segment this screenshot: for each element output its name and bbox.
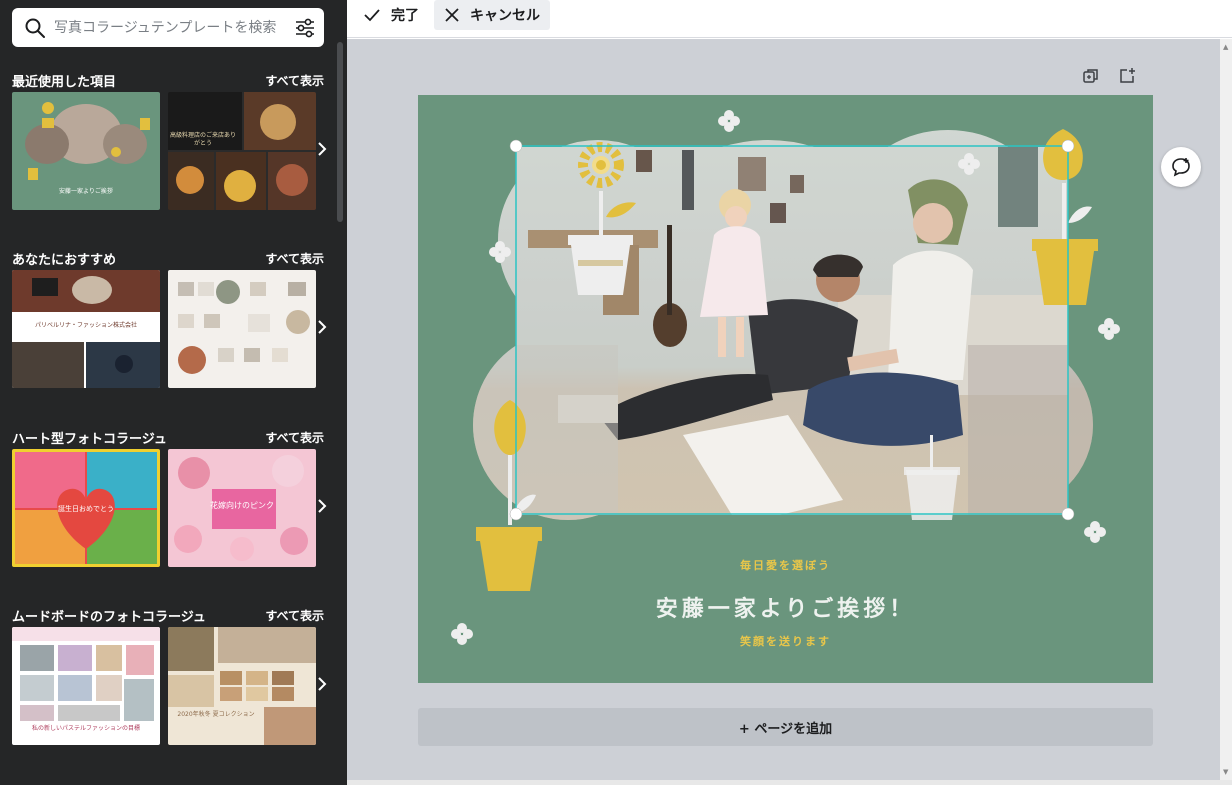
add-page-button[interactable]: + ページを追加	[418, 708, 1153, 746]
done-button[interactable]: 完了	[353, 0, 429, 30]
design-page[interactable]: 毎日愛を選ぼう 安藤一家よりご挨拶！ 笑顔を送ります	[418, 95, 1153, 683]
comment-icon	[1172, 158, 1190, 177]
scroll-down-icon[interactable]: ▼	[1223, 768, 1228, 776]
section-moodboard: ムードボードのフォトコラージュ すべて表示 私の新しいパステルファッションの目標	[12, 606, 327, 752]
horizontal-scrollbar[interactable]	[347, 780, 1232, 785]
template-search-input[interactable]	[54, 15, 290, 40]
template-thumbnail[interactable]: 花嫁向けのピンク	[168, 449, 316, 567]
page-actions	[1078, 67, 1138, 87]
chevron-right-icon[interactable]	[316, 496, 328, 516]
see-all-link[interactable]: すべて表示	[265, 429, 324, 446]
thumbnail-preview	[178, 280, 310, 374]
design-sub-text[interactable]: 笑顔を送ります	[418, 633, 1153, 649]
see-all-link[interactable]: すべて表示	[265, 607, 324, 624]
template-thumbnail[interactable]: パリベルリナ・ファッション株式会社	[12, 270, 160, 388]
thumbnail-caption: 2020年秋冬 夏コレクション	[177, 711, 255, 718]
search-icon	[25, 18, 45, 38]
editor-canvas: 毎日愛を選ぼう 安藤一家よりご挨拶！ 笑顔を送ります + ページを追加	[347, 39, 1220, 780]
section-recent: 最近使用した項目 すべて表示 安藤一家よりご挨拶 高級料理店のご来店ありがとう	[12, 71, 327, 217]
chevron-right-icon[interactable]	[316, 674, 328, 694]
sidebar-scrollbar[interactable]	[337, 42, 343, 222]
add-page-icon[interactable]	[1118, 67, 1136, 85]
template-thumbnail[interactable]: 安藤一家よりご挨拶	[12, 92, 160, 210]
thumbnail-caption: 花嫁向けのピンク	[210, 501, 274, 510]
thumbnail-caption: 安藤一家よりご挨拶	[59, 188, 113, 195]
scroll-up-icon[interactable]: ▲	[1223, 43, 1228, 51]
chevron-right-icon[interactable]	[316, 139, 328, 159]
edit-toolbar: 完了 キャンセル	[347, 0, 1232, 38]
cancel-button[interactable]: キャンセル	[434, 0, 550, 30]
template-sidebar: 最近使用した項目 すべて表示 安藤一家よりご挨拶	[0, 0, 347, 785]
section-title: ハート型フォトコラージュ	[12, 432, 167, 447]
close-icon	[445, 8, 459, 22]
design-top-text[interactable]: 毎日愛を選ぼう	[418, 557, 1153, 573]
add-comment-button[interactable]	[1161, 147, 1201, 187]
template-thumbnail[interactable]: 高級料理店のご来店ありがとう	[168, 92, 316, 210]
duplicate-page-icon[interactable]	[1082, 67, 1100, 85]
thumbnail-caption: パリベルリナ・ファッション株式会社	[34, 322, 137, 329]
section-title: あなたにおすすめ	[12, 253, 117, 268]
section-title: 最近使用した項目	[12, 75, 117, 90]
template-thumbnail[interactable]: 私の新しいパステルファッションの目標	[12, 627, 160, 745]
thumbnail-caption: 高級料理店のご来店ありがとう	[169, 132, 236, 147]
cancel-label: キャンセル	[470, 8, 540, 24]
filter-sliders-icon[interactable]	[294, 17, 316, 39]
thumbnail-preview	[168, 92, 316, 210]
see-all-link[interactable]: すべて表示	[265, 250, 324, 267]
section-recommended: あなたにおすすめ すべて表示 パリベルリナ・ファッション株式会社	[12, 249, 327, 395]
canvas-scrollbar[interactable]: ▲ ▼	[1220, 39, 1232, 780]
template-thumbnail[interactable]	[168, 270, 316, 388]
design-title-text[interactable]: 安藤一家よりご挨拶！	[418, 591, 1153, 623]
thumbnail-preview	[168, 627, 316, 745]
thumbnail-caption: 私の新しいパステルファッションの目標	[31, 725, 140, 732]
check-icon	[364, 9, 380, 22]
thumbnail-caption: 誕生日おめでとう	[58, 505, 114, 513]
chevron-right-icon[interactable]	[316, 317, 328, 337]
section-title: ムードボードのフォトコラージュ	[12, 610, 206, 625]
family-photo	[473, 130, 1093, 520]
see-all-link[interactable]: すべて表示	[265, 72, 324, 89]
section-heart-collage: ハート型フォトコラージュ すべて表示 誕生日おめでとう 花嫁向けのピンク	[12, 428, 327, 574]
template-thumbnail[interactable]: 2020年秋冬 夏コレクション	[168, 627, 316, 745]
template-thumbnail[interactable]: 誕生日おめでとう	[12, 449, 160, 567]
done-label: 完了	[391, 8, 419, 24]
template-search-box[interactable]	[12, 8, 324, 47]
